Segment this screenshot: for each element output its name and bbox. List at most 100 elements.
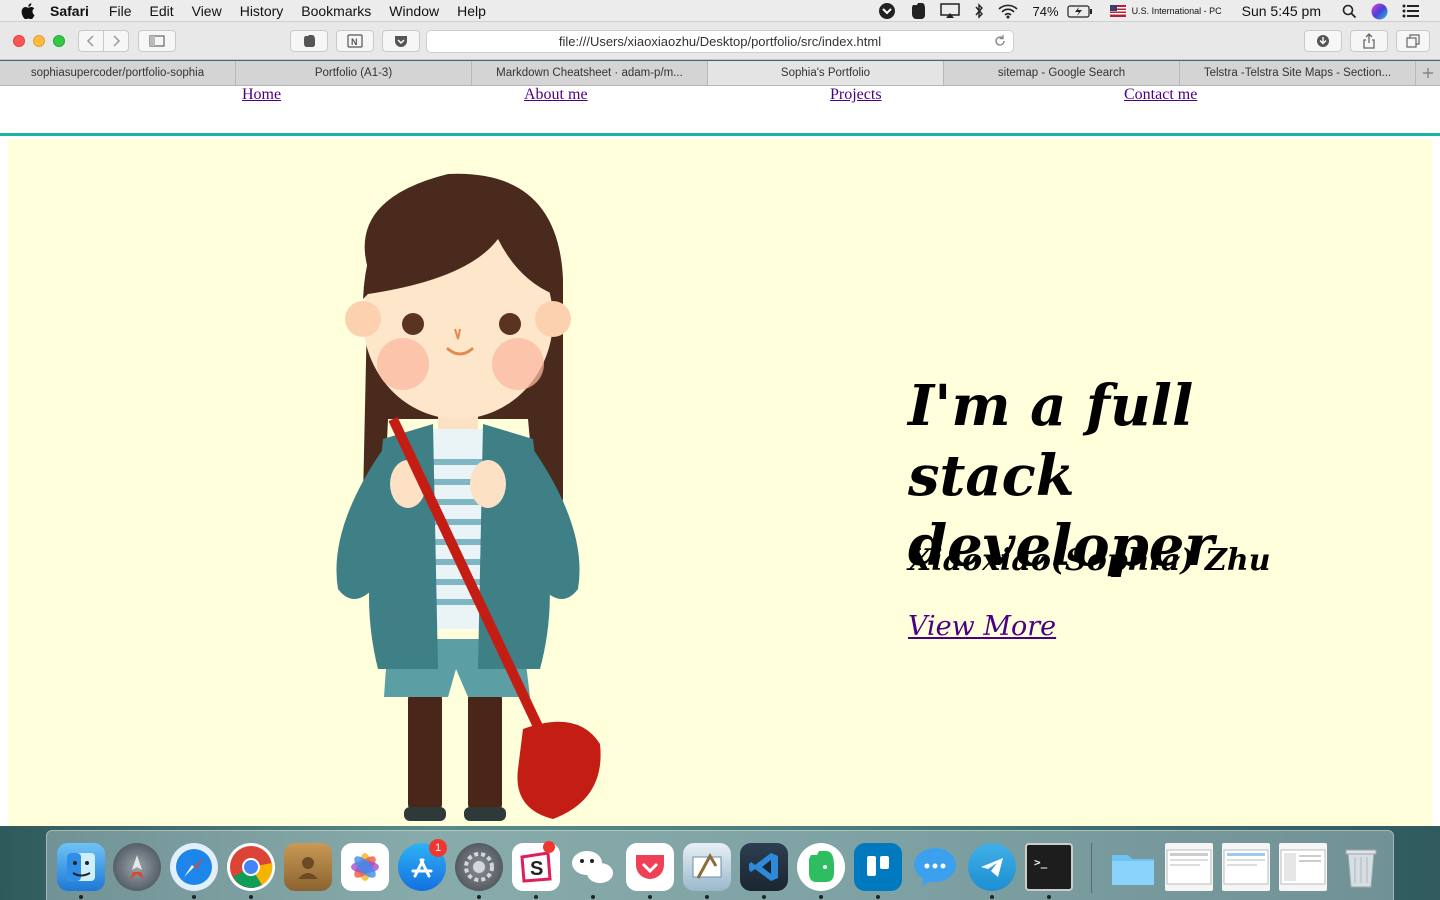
running-indicator	[705, 895, 709, 899]
battery-percentage: 74%	[1032, 3, 1059, 19]
onenote-icon: N	[347, 34, 363, 48]
downloads-folder-icon[interactable]	[1109, 843, 1157, 891]
pocket-tray-icon[interactable]	[878, 2, 896, 20]
menu-bar: Safari File Edit View History Bookmarks …	[0, 0, 1440, 22]
view-more-link[interactable]: View More	[908, 611, 1056, 642]
pocket-icon	[395, 36, 407, 47]
nav-link-projects[interactable]: Projects	[830, 86, 882, 104]
app-store-badge: 1	[429, 839, 447, 857]
wechat-icon[interactable]	[569, 843, 617, 891]
tab-sitemap-google-search[interactable]: sitemap - Google Search	[944, 61, 1180, 85]
share-button[interactable]	[1350, 30, 1388, 52]
wifi-icon[interactable]	[997, 4, 1018, 19]
window-thumbnail-icon[interactable]	[1222, 843, 1270, 891]
mail-icon[interactable]	[683, 843, 731, 891]
girl-illustration	[336, 173, 601, 821]
battery-icon[interactable]	[1066, 4, 1093, 18]
svg-text:>_: >_	[1034, 856, 1048, 869]
finder-icon[interactable]	[57, 843, 105, 891]
notification-center-icon[interactable]	[1402, 4, 1420, 18]
pocket-icon[interactable]	[626, 843, 674, 891]
window-thumbnail-icon[interactable]	[1165, 843, 1213, 891]
running-indicator	[192, 895, 196, 899]
running-indicator	[534, 895, 538, 899]
dock-separator	[1091, 843, 1092, 893]
trello-icon[interactable]	[854, 843, 902, 891]
onenote-extension-button[interactable]: N	[336, 30, 374, 52]
nav-link-home[interactable]: Home	[242, 86, 281, 104]
fullscreen-window-button[interactable]	[53, 35, 65, 47]
download-icon	[1317, 35, 1329, 47]
menu-help[interactable]: Help	[457, 0, 486, 22]
tab-portfolio-a1-3[interactable]: Portfolio (A1-3)	[236, 61, 472, 85]
menu-clock[interactable]: Sun 5:45 pm	[1242, 3, 1321, 19]
tab-markdown-cheatsheet[interactable]: Markdown Cheatsheet · adam-p/m...	[472, 61, 708, 85]
svg-text:S: S	[530, 858, 543, 880]
input-source-label[interactable]: U.S. International - PC	[1132, 6, 1222, 16]
running-indicator	[79, 895, 83, 899]
running-indicator	[591, 895, 595, 899]
bluetooth-icon[interactable]	[974, 3, 984, 19]
terminal-icon[interactable]: >_	[1025, 843, 1073, 891]
browser-toolbar: N file:///Users/xiaoxiaozhu/Desktop/port…	[0, 22, 1440, 60]
running-indicator	[1047, 895, 1051, 899]
apple-menu-icon[interactable]	[20, 2, 36, 19]
chrome-icon[interactable]	[227, 843, 275, 891]
menu-history[interactable]: History	[240, 0, 284, 22]
forward-button[interactable]	[103, 30, 129, 52]
slack-notification-badge	[543, 841, 555, 853]
nav-link-contact[interactable]: Contact me	[1124, 86, 1197, 104]
tab-overview-button[interactable]	[1396, 30, 1430, 52]
launchpad-icon[interactable]	[113, 843, 161, 891]
running-indicator	[477, 895, 481, 899]
siri-icon[interactable]	[1371, 3, 1388, 20]
menu-file[interactable]: File	[109, 0, 132, 22]
chevron-right-icon	[113, 35, 121, 47]
contacts-icon[interactable]	[284, 843, 332, 891]
reload-icon[interactable]	[993, 34, 1007, 48]
new-tab-button[interactable]	[1416, 61, 1440, 85]
running-indicator	[876, 895, 880, 899]
airplay-icon[interactable]	[939, 3, 960, 19]
running-indicator	[249, 895, 253, 899]
url-text: file:///Users/xiaoxiaozhu/Desktop/portfo…	[558, 34, 882, 49]
evernote-extension-button[interactable]	[290, 30, 328, 52]
tab-github-portfolio[interactable]: sophiasupercoder/portfolio-sophia	[0, 61, 236, 85]
hero-name: Xiaoxiao(Sophia) Zhu	[908, 543, 1271, 578]
running-indicator	[990, 895, 994, 899]
telegram-icon[interactable]	[968, 843, 1016, 891]
dock: 1 S >_	[46, 830, 1394, 900]
nav-link-about[interactable]: About me	[524, 86, 588, 104]
plus-icon	[1423, 68, 1433, 78]
tab-telstra-site-maps[interactable]: Telstra -Telstra Site Maps - Section...	[1180, 61, 1416, 85]
close-window-button[interactable]	[13, 35, 25, 47]
downloads-button[interactable]	[1304, 30, 1342, 52]
app-menu-safari[interactable]: Safari	[50, 0, 89, 22]
minimize-window-button[interactable]	[33, 35, 45, 47]
trash-icon[interactable]	[1337, 843, 1385, 891]
us-flag-icon[interactable]	[1109, 5, 1126, 17]
site-navigation: Home About me Projects Contact me	[0, 86, 1440, 136]
messenger-icon[interactable]	[911, 843, 959, 891]
address-bar[interactable]: file:///Users/xiaoxiaozhu/Desktop/portfo…	[426, 30, 1014, 53]
menu-bookmarks[interactable]: Bookmarks	[301, 0, 371, 22]
spotlight-search-icon[interactable]	[1342, 4, 1357, 19]
menu-view[interactable]: View	[192, 0, 222, 22]
pocket-extension-button[interactable]	[382, 30, 420, 52]
window-thumbnail-icon[interactable]	[1279, 843, 1327, 891]
tab-bar: sophiasupercoder/portfolio-sophia Portfo…	[0, 61, 1440, 86]
back-button[interactable]	[78, 30, 104, 52]
system-preferences-icon[interactable]	[455, 843, 503, 891]
vscode-icon[interactable]	[740, 843, 788, 891]
evernote-tray-icon[interactable]	[910, 2, 926, 20]
sidebar-toggle-button[interactable]	[138, 30, 176, 52]
svg-text:N: N	[351, 37, 358, 47]
tab-sophias-portfolio[interactable]: Sophia's Portfolio	[708, 61, 944, 85]
running-indicator	[648, 895, 652, 899]
menu-window[interactable]: Window	[389, 0, 439, 22]
photos-icon[interactable]	[341, 843, 389, 891]
evernote-icon	[304, 35, 315, 47]
safari-icon[interactable]	[170, 843, 218, 891]
evernote-icon[interactable]	[797, 843, 845, 891]
menu-edit[interactable]: Edit	[149, 0, 173, 22]
